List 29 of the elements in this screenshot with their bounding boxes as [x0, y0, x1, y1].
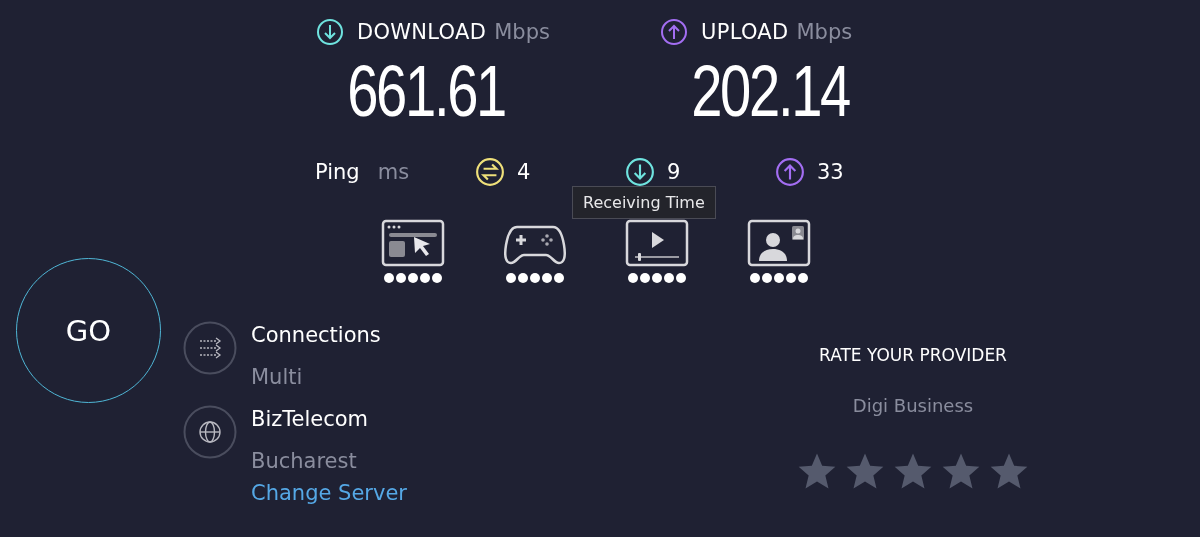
connections-icon — [183, 321, 237, 375]
info-title: BizTelecom — [251, 407, 370, 433]
profile-card-icon — [747, 219, 811, 267]
rating-title: RATE YOUR PROVIDER — [819, 345, 1007, 365]
upload-icon — [660, 18, 688, 46]
result-label: UPLOAD — [701, 20, 789, 44]
unit-label: ms — [377, 160, 410, 184]
download-icon — [316, 18, 344, 46]
browser-window-icon — [381, 219, 445, 267]
globe-icon — [183, 405, 237, 459]
arrows-icon — [475, 157, 505, 187]
speed-value: 661.61 — [346, 50, 505, 133]
unit-label: Mbps — [494, 20, 550, 44]
info-title: Connections — [251, 323, 381, 349]
upload-icon — [775, 157, 805, 187]
tooltip: Receiving Time — [572, 186, 716, 219]
download-icon — [625, 157, 655, 187]
ping-value: 9 — [667, 160, 681, 184]
change-server-link[interactable]: Change Server — [251, 481, 407, 505]
info-subtitle: Bucharest — [251, 449, 358, 473]
result-label: DOWNLOAD — [357, 20, 487, 44]
unit-label: Mbps — [796, 20, 853, 44]
speed-value: 202.14 — [690, 50, 849, 133]
provider-name: Digi Business — [852, 395, 974, 416]
ping-value: 4 — [517, 160, 531, 184]
ping-value: 33 — [817, 160, 844, 184]
video-player-icon — [625, 219, 689, 267]
ping-label: Ping — [315, 160, 360, 184]
info-subtitle: Multi — [251, 365, 304, 389]
